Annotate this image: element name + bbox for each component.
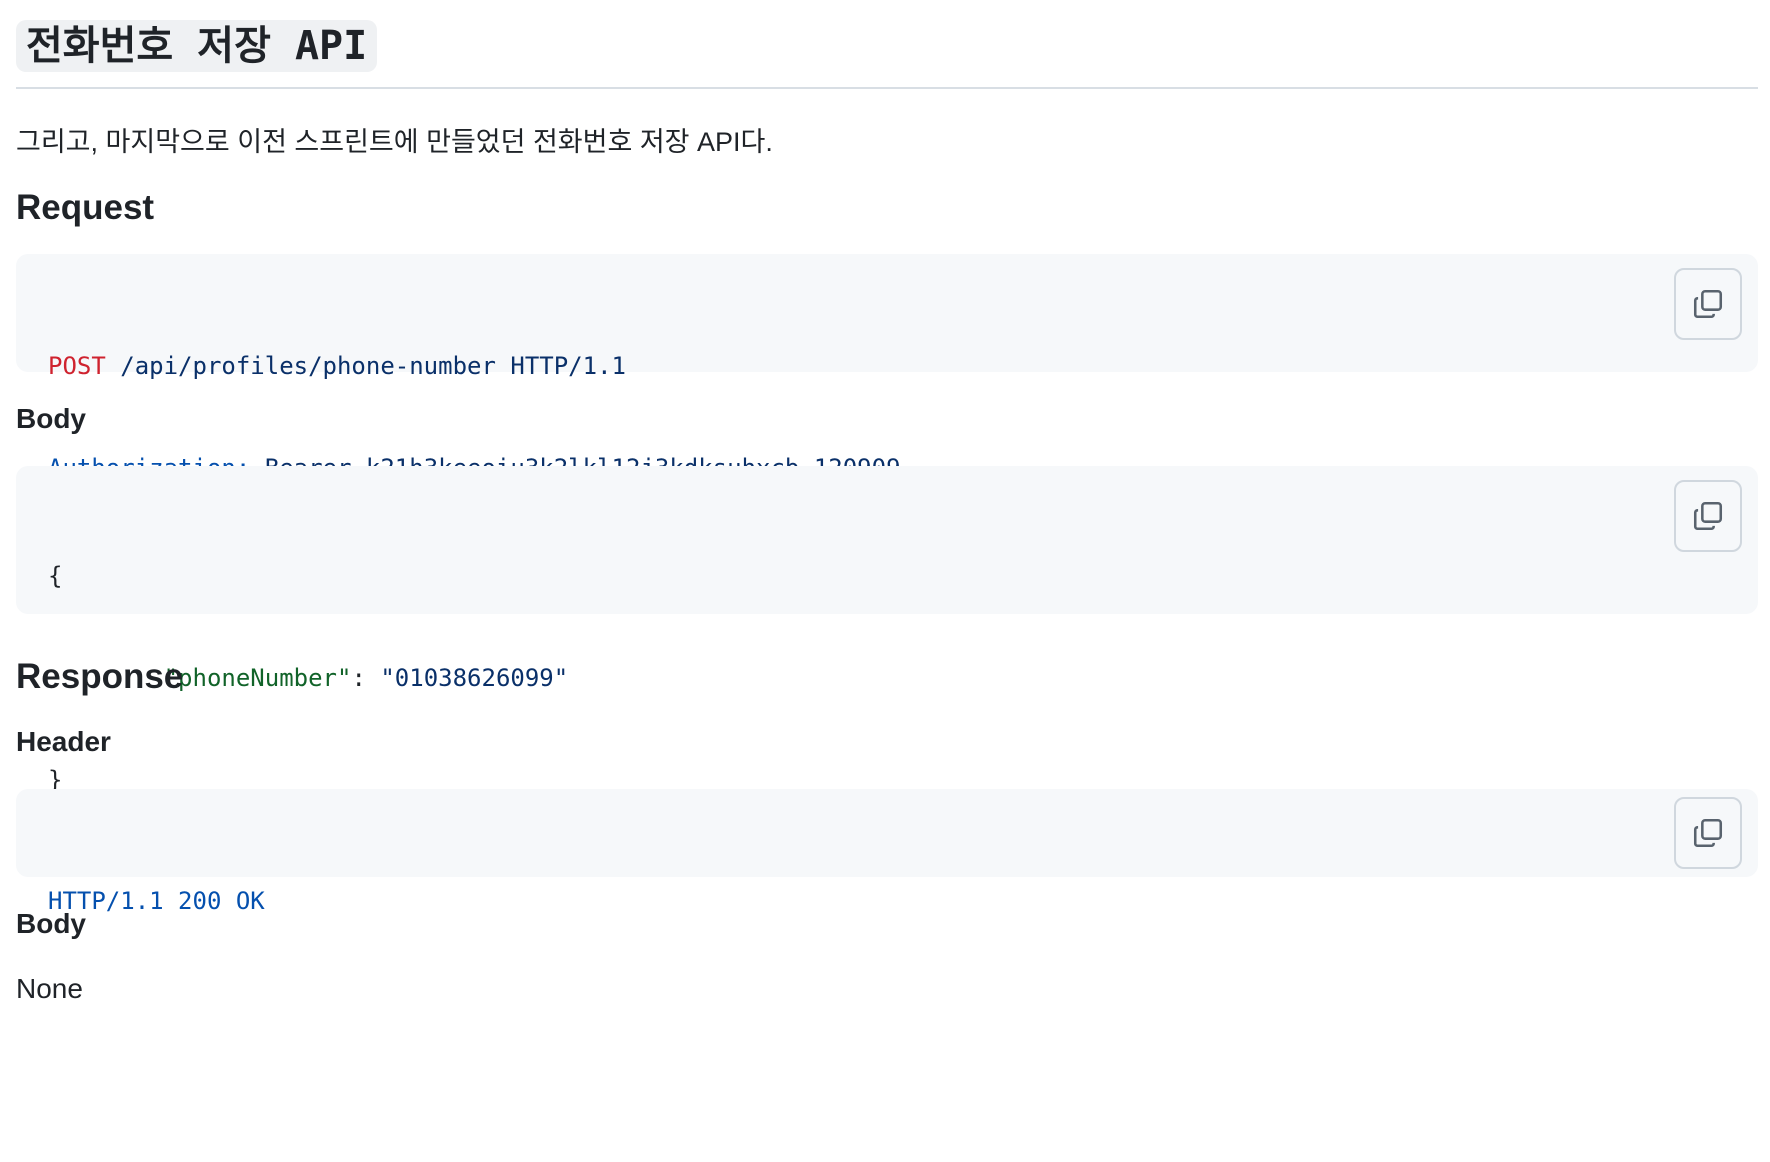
- request-body-heading: Body: [16, 403, 86, 434]
- request-line: POST /api/profiles/phone-number HTTP/1.1: [48, 349, 901, 383]
- json-value: "01038626099": [380, 664, 569, 692]
- request-code-block: POST /api/profiles/phone-number HTTP/1.1…: [16, 254, 1758, 482]
- response-header-heading: Header: [16, 726, 111, 757]
- page-title: 전화번호 저장 API: [16, 20, 378, 72]
- response-header-code-block: HTTP/1.1 200 OK: [16, 789, 1758, 915]
- request-heading: Request: [16, 188, 155, 227]
- response-header-code: HTTP/1.1 200 OK: [48, 816, 265, 986]
- copy-icon: [1693, 818, 1723, 848]
- copy-request-button[interactable]: [1674, 268, 1742, 340]
- title-divider: [16, 87, 1758, 89]
- copy-request-body-button[interactable]: [1674, 480, 1742, 552]
- json-separator: :: [351, 664, 381, 692]
- json-key: "phoneNumber": [163, 664, 352, 692]
- http-method: POST: [48, 352, 106, 380]
- copy-icon: [1693, 289, 1723, 319]
- response-body-value: None: [16, 973, 83, 1004]
- copy-response-header-button[interactable]: [1674, 797, 1742, 869]
- json-key-quote: "phoneNumber": [164, 664, 352, 692]
- copy-icon: [1693, 501, 1723, 531]
- response-heading: Response: [16, 657, 184, 696]
- json-open-brace: {: [48, 562, 63, 590]
- request-body-code-block: { "phoneNumber": "01038626099" }: [16, 466, 1758, 794]
- response-body-heading: Body: [16, 908, 86, 939]
- intro-paragraph: 그리고, 마지막으로 이전 스프린트에 만들었던 전화번호 저장 API다.: [16, 127, 773, 157]
- request-path: /api/profiles/phone-number HTTP/1.1: [105, 352, 626, 380]
